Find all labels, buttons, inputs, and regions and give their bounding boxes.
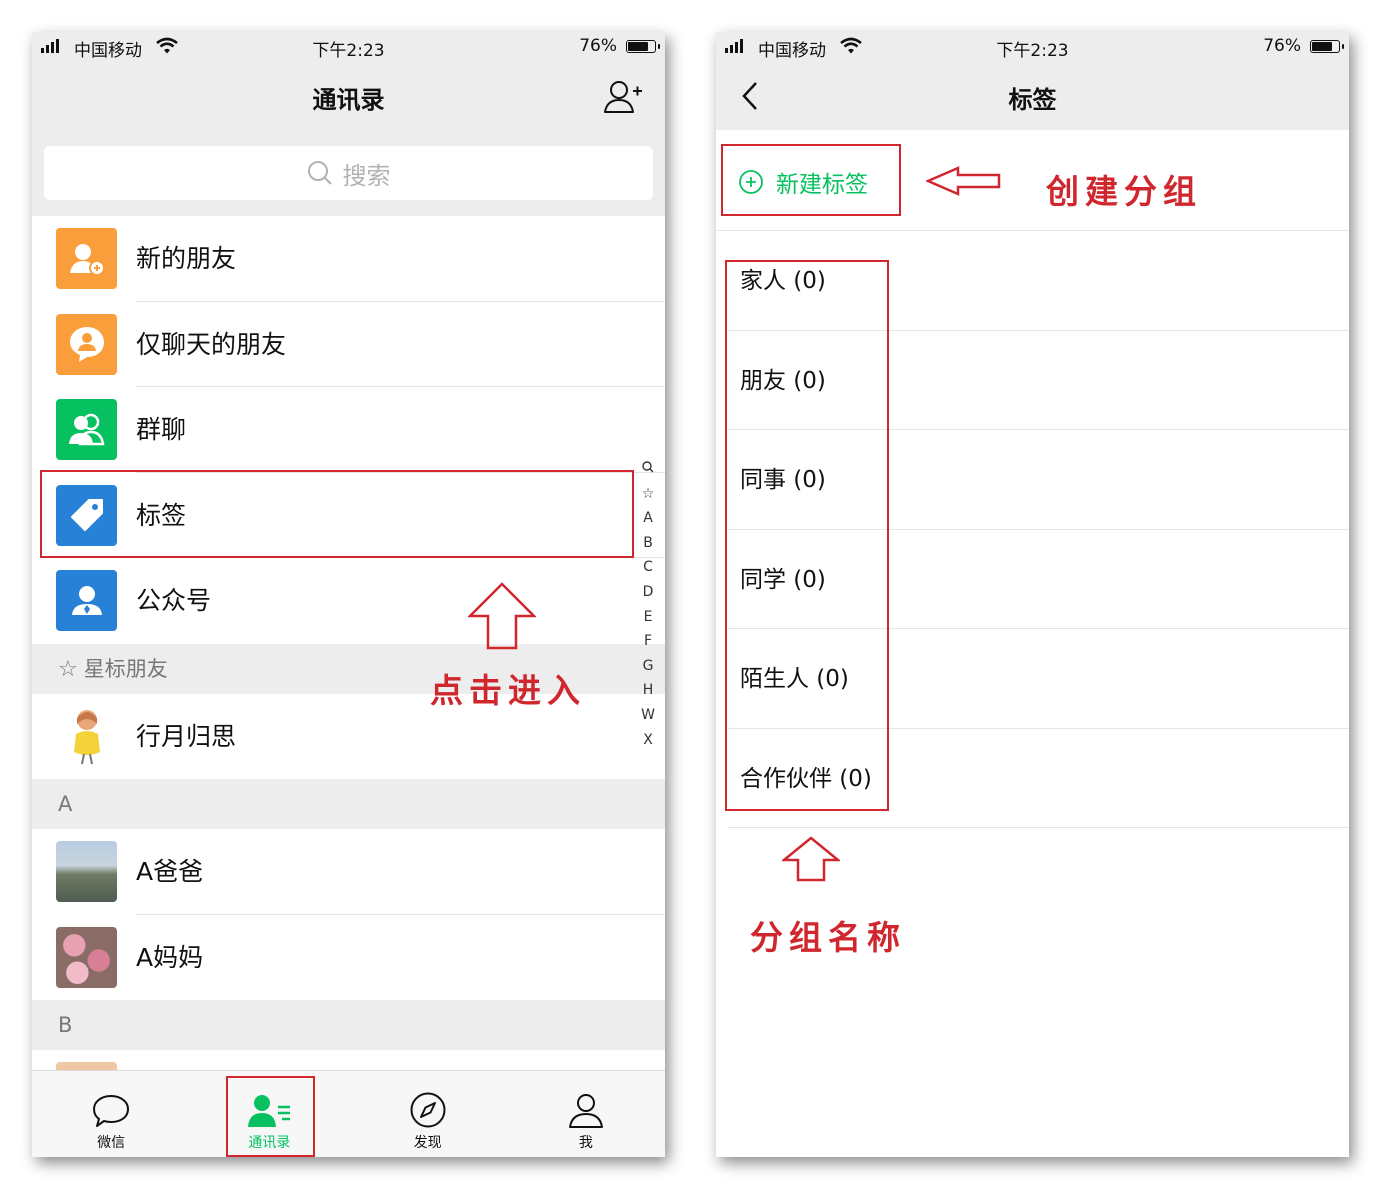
avatar: [56, 841, 117, 902]
menu-label: 仅聊天的朋友: [136, 329, 287, 359]
tab-me[interactable]: 我: [507, 1071, 665, 1157]
nav-bar: 标签: [716, 62, 1349, 130]
contacts-screen: 中国移动 下午2:23 76% 通讯录 搜索 新的朋友 仅聊天的朋友 群聊 标签…: [32, 32, 665, 1157]
tab-label: 微信: [97, 1135, 126, 1151]
contact-row[interactable]: A妈妈: [32, 914, 665, 1000]
index-item[interactable]: E: [640, 605, 656, 630]
alphabet-index[interactable]: ☆ A B C D E F G H W X: [640, 457, 656, 752]
star-icon: ☆: [58, 656, 78, 682]
contact-name: A爸爸: [136, 857, 204, 886]
menu-chat-only-friends[interactable]: 仅聊天的朋友: [32, 301, 665, 387]
highlight-tags-row: [40, 470, 634, 558]
status-time: 下午2:23: [996, 41, 1069, 61]
battery-percent: 76%: [579, 36, 617, 56]
contact-name: A妈妈: [136, 942, 204, 972]
left-arrow-annotation-icon: [926, 166, 1001, 196]
battery-percent: 76%: [1263, 36, 1301, 56]
menu-label: 群聊: [136, 415, 187, 444]
up-arrow-annotation-icon: [782, 836, 840, 882]
highlight-contacts-tab: [226, 1076, 315, 1157]
page-title: 标签: [1008, 86, 1057, 114]
annotation-group-names: 分组名称: [750, 918, 906, 957]
index-item[interactable]: F: [640, 629, 656, 654]
index-item[interactable]: ☆: [640, 482, 656, 507]
tab-label: 发现: [413, 1135, 442, 1151]
add-contact-icon[interactable]: [603, 79, 643, 115]
tab-label: 我: [578, 1135, 593, 1151]
status-time: 下午2:23: [312, 41, 385, 61]
menu-new-friends[interactable]: 新的朋友: [32, 216, 665, 302]
menu-group-chats[interactable]: 群聊: [32, 387, 665, 473]
status-bar: 中国移动 下午2:23 76%: [716, 32, 1349, 62]
menu-label: 公众号: [136, 586, 212, 615]
compass-icon: [410, 1092, 446, 1128]
highlight-tag-list: [725, 260, 889, 811]
add-friend-icon: [56, 228, 117, 289]
avatar: [56, 926, 117, 988]
contact-name: 行月归思: [136, 721, 237, 751]
section-header-a: A: [32, 779, 665, 829]
chat-only-icon: [56, 313, 117, 375]
nav-bar: 通讯录: [32, 62, 665, 130]
menu-label: 新的朋友: [136, 244, 237, 273]
up-arrow-annotation-icon: [468, 582, 536, 650]
group-chat-icon: [56, 399, 117, 460]
search-placeholder: 搜索: [342, 161, 391, 190]
battery-icon: [626, 40, 660, 53]
highlight-new-tag: [721, 144, 901, 216]
index-item[interactable]: D: [640, 580, 656, 605]
official-account-icon: [56, 570, 117, 631]
tab-discover[interactable]: 发现: [349, 1071, 507, 1157]
contact-row[interactable]: A爸爸: [32, 829, 665, 915]
index-item[interactable]: W: [640, 703, 656, 728]
section-header-b: B: [32, 1000, 665, 1050]
annotation-click-enter: 点击进入: [430, 671, 586, 710]
page-title: 通讯录: [312, 86, 385, 114]
index-item[interactable]: C: [640, 555, 656, 580]
search-input[interactable]: 搜索: [44, 146, 653, 200]
index-item[interactable]: B: [640, 531, 656, 556]
status-bar: 中国移动 下午2:23 76%: [32, 32, 665, 62]
index-item[interactable]: X: [640, 728, 656, 753]
index-item[interactable]: G: [640, 654, 656, 679]
chat-bubble-icon: [93, 1095, 130, 1127]
index-search-icon[interactable]: [640, 457, 656, 482]
index-item[interactable]: H: [640, 678, 656, 703]
tab-bar: 微信 通讯录 发现 我: [32, 1070, 665, 1157]
person-icon: [568, 1094, 603, 1128]
tab-chats[interactable]: 微信: [32, 1071, 190, 1157]
search-icon: [307, 161, 332, 185]
menu-official-accounts[interactable]: 公众号: [32, 558, 665, 644]
index-item[interactable]: A: [640, 506, 656, 531]
battery-icon: [1310, 40, 1344, 53]
avatar: [56, 705, 117, 767]
section-title: 星标朋友: [83, 656, 168, 681]
annotation-create-group: 创建分组: [1046, 172, 1202, 211]
